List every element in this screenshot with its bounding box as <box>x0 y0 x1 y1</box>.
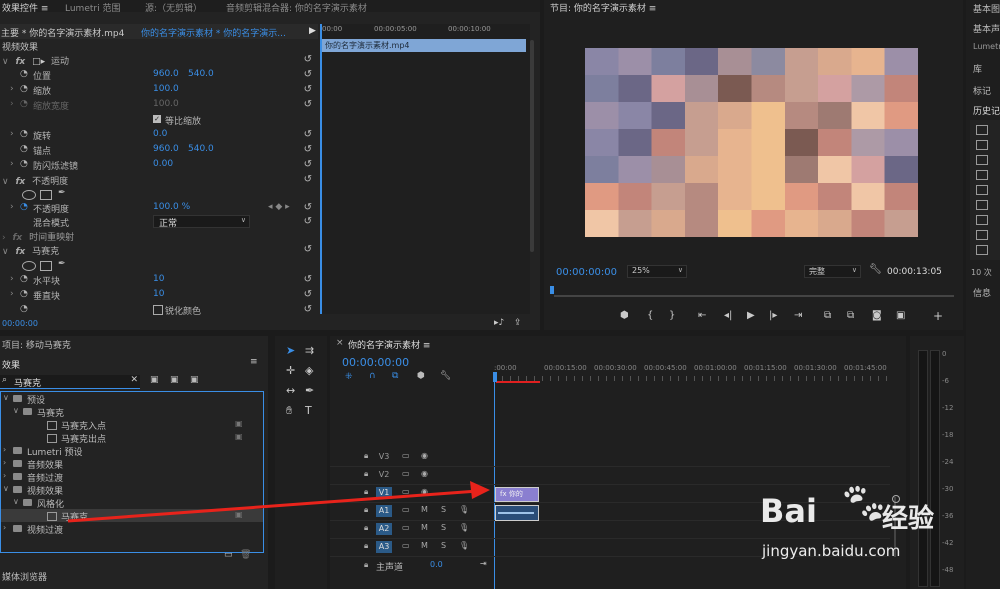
annotation-arrow <box>67 481 490 523</box>
